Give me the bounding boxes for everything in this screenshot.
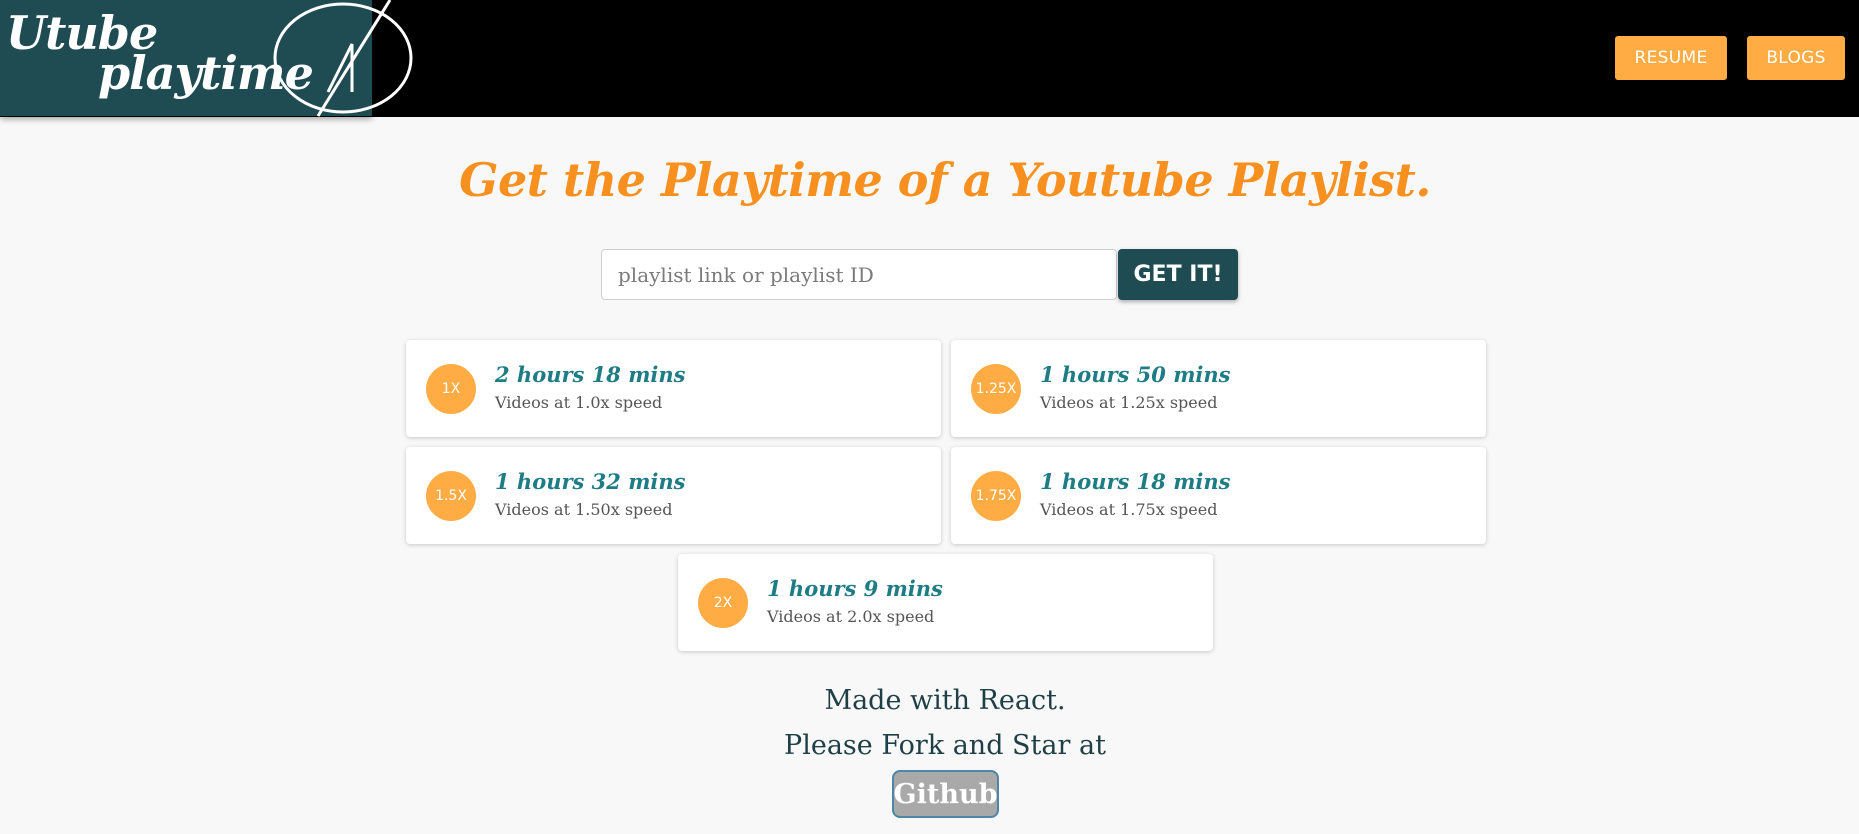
resume-button[interactable]: RESUME: [1615, 36, 1727, 80]
duration-text: 1 hours 32 mins: [495, 469, 686, 494]
github-link-button[interactable]: Github: [892, 770, 999, 818]
result-card-2x: 2X 1 hours 9 mins Videos at 2.0x speed: [678, 554, 1213, 651]
speed-badge: 1.5X: [426, 471, 476, 521]
speed-badge: 1X: [426, 364, 476, 414]
duration-text: 1 hours 9 mins: [767, 576, 943, 601]
page-title: Get the Playtime of a Youtube Playlist.: [459, 153, 1431, 207]
result-card-1x: 1X 2 hours 18 mins Videos at 1.0x speed: [406, 340, 941, 437]
get-it-button[interactable]: GET IT!: [1118, 249, 1238, 300]
duration-text: 2 hours 18 mins: [495, 362, 686, 387]
result-card-1-75x: 1.75X 1 hours 18 mins Videos at 1.75x sp…: [951, 447, 1486, 544]
playlist-input[interactable]: [601, 249, 1117, 300]
speed-description: Videos at 1.25x speed: [1040, 393, 1218, 412]
footer-fork-star: Please Fork and Star at: [784, 730, 1106, 761]
speed-badge: 2X: [698, 578, 748, 628]
speed-description: Videos at 1.0x speed: [495, 393, 663, 412]
speed-description: Videos at 1.50x speed: [495, 500, 673, 519]
result-card-1-5x: 1.5X 1 hours 32 mins Videos at 1.50x spe…: [406, 447, 941, 544]
footer-made-with: Made with React.: [824, 685, 1066, 716]
speed-description: Videos at 1.75x speed: [1040, 500, 1218, 519]
speed-badge: 1.25X: [971, 364, 1021, 414]
speed-description: Videos at 2.0x speed: [767, 607, 935, 626]
duration-text: 1 hours 50 mins: [1040, 362, 1231, 387]
result-card-1-25x: 1.25X 1 hours 50 mins Videos at 1.25x sp…: [951, 340, 1486, 437]
top-navbar: Utube playtime RESUME BLOGS: [0, 0, 1859, 117]
logo-mark-icon: [273, 0, 413, 117]
blogs-button[interactable]: BLOGS: [1747, 36, 1845, 80]
duration-text: 1 hours 18 mins: [1040, 469, 1231, 494]
speed-badge: 1.75X: [971, 471, 1021, 521]
